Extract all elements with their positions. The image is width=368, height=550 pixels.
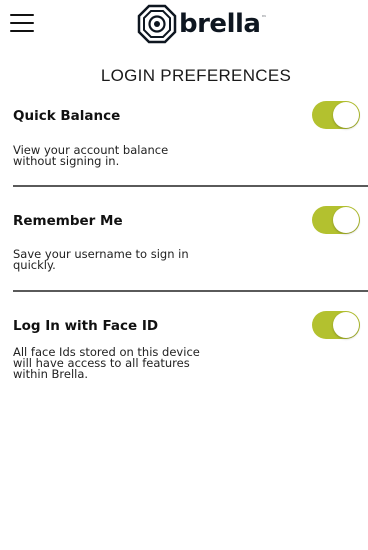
pref-description: All face Ids stored on this device will … (13, 345, 200, 381)
pref-description: View your account balance without signin… (13, 143, 169, 168)
divider (13, 290, 368, 292)
toggle-knob (333, 207, 359, 233)
brella-octagon-icon (137, 4, 177, 44)
toggle-knob (333, 312, 359, 338)
hamburger-menu-icon[interactable] (10, 12, 36, 36)
divider (13, 185, 368, 187)
page-title: LOGIN PREFERENCES (100, 66, 292, 85)
face-id-toggle[interactable] (312, 311, 360, 339)
menu-line (10, 14, 34, 16)
remember-me-toggle[interactable] (312, 206, 360, 234)
trademark-mark: ™ (261, 15, 267, 21)
quick-balance-toggle[interactable] (312, 101, 360, 129)
menu-line (10, 22, 34, 24)
menu-line (10, 30, 34, 32)
pref-label: Remember Me (13, 213, 123, 229)
pref-description: Save your username to sign in quickly. (13, 247, 189, 272)
brand-logo: brella ™ (137, 3, 266, 45)
brand-name: brella (179, 9, 261, 39)
pref-label: Log In with Face ID (13, 318, 159, 334)
app-header: brella ™ (0, 0, 368, 54)
pref-label: Quick Balance (13, 108, 121, 124)
toggle-knob (333, 102, 359, 128)
